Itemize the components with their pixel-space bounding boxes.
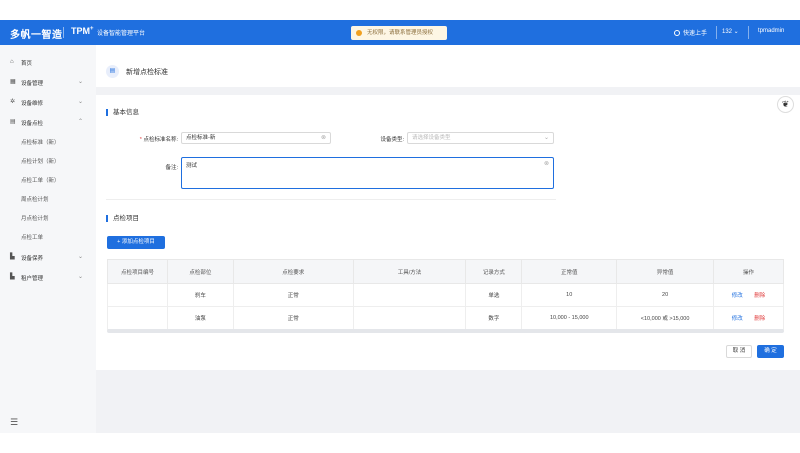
col-header: 异常值 — [616, 259, 715, 284]
delete-link[interactable]: 删除 — [754, 316, 765, 322]
sidebar-sub-plan[interactable]: 点检计划（新） — [21, 157, 60, 165]
permission-notice: 无权限，请联系管理员授权 — [351, 26, 447, 40]
clear-icon[interactable]: ⊗ — [321, 133, 326, 143]
topbar-divider — [748, 26, 749, 39]
sidebar-item-home[interactable]: ⌂ 首页 — [0, 55, 96, 71]
chevron-down-icon: ⌄ — [78, 79, 84, 85]
clock-icon — [674, 30, 680, 36]
name-label: * 点检标准名称: — [139, 137, 178, 143]
section-divider — [106, 199, 556, 200]
footer-area — [0, 433, 800, 453]
cell-normal: 10 — [521, 283, 618, 307]
table-row: 油泵 正常 数字 10,000 - 15,000 <10,000 或 >15,0… — [107, 306, 784, 330]
chevron-down-icon: ⌄ — [543, 135, 549, 141]
col-header: 工具/方法 — [352, 259, 467, 284]
table-row: 刹车 正常 单选 10 20 修改 删除 — [107, 283, 784, 307]
col-header: 正常值 — [521, 259, 618, 284]
page-header: ▤ 新增点检标准 — [96, 57, 800, 87]
col-header: 点检部位 — [166, 259, 234, 284]
collapse-sidebar-icon[interactable]: ☰ — [10, 417, 18, 428]
top-bar: 多帆一智造 TPM+ 设备智能管理平台 无权限，请联系管理员授权 快速上手 13… — [0, 20, 800, 45]
sidebar-item-maintain[interactable]: ▙ 设备保养 ⌄ — [0, 250, 96, 266]
sidebar-item-device[interactable]: ▦ 设备管理 ⌄ — [0, 75, 96, 91]
page-title: 新增点检标准 — [126, 69, 168, 76]
tenant-icon: ▙ — [10, 274, 15, 280]
cell-record-mode: 单选 — [465, 283, 523, 307]
cell-abnormal: <10,000 或 >15,000 — [616, 306, 715, 330]
user-menu[interactable]: tpmadmin — [758, 28, 784, 34]
confirm-button[interactable]: 确 定 — [757, 345, 784, 358]
table-header-row: 点检项目编号 点检部位 点检要求 工具/方法 记录方式 正常值 异常值 操作 — [107, 259, 784, 284]
maintain-icon: ▙ — [10, 254, 15, 260]
col-header: 点检项目编号 — [107, 259, 168, 284]
chevron-down-icon: ⌄ — [78, 99, 84, 105]
chevron-down-icon: ⌄ — [78, 274, 84, 280]
clear-icon[interactable]: ⊗ — [544, 160, 549, 167]
product-name: TPM+ — [71, 26, 94, 36]
device-type-label: 设备类型: — [380, 137, 404, 143]
quick-start-link[interactable]: 快速上手 — [674, 28, 707, 37]
page-icon: ▤ — [106, 65, 119, 78]
sidebar: ⌂ 首页 ▦ 设备管理 ⌄ ✲ 设备维修 ⌄ ▤ 设备点检 ⌃ 点检标准（新） … — [0, 45, 96, 433]
topbar-divider — [716, 26, 717, 39]
section-basic-title: 基本信息 — [106, 109, 139, 116]
cell-tool — [352, 283, 467, 307]
sidebar-sub-workorder[interactable]: 点检工单 — [21, 233, 43, 241]
content-bottom-area — [96, 370, 800, 433]
table-horizontal-scrollbar[interactable] — [107, 329, 784, 333]
col-header: 记录方式 — [465, 259, 523, 284]
cell-actions: 修改 删除 — [713, 283, 784, 307]
cell-actions: 修改 删除 — [713, 306, 784, 330]
edit-link[interactable]: 修改 — [732, 316, 743, 322]
assistant-icon[interactable]: ❦ — [777, 96, 794, 113]
add-item-button[interactable]: + 添加点检项目 — [107, 236, 165, 249]
repair-icon: ✲ — [10, 99, 16, 105]
chevron-down-icon: ⌄ — [78, 254, 84, 260]
cell-part: 油泵 — [166, 306, 234, 330]
cell-code — [107, 306, 168, 330]
platform-name: 设备智能管理平台 — [97, 31, 146, 37]
cell-normal: 10,000 - 15,000 — [521, 306, 618, 330]
edit-link[interactable]: 修改 — [732, 293, 743, 299]
brand-logo[interactable]: 多帆一智造 — [10, 26, 63, 41]
sidebar-item-tenant[interactable]: ▙ 租户管理 ⌄ — [0, 270, 96, 286]
col-header: 点检要求 — [232, 259, 354, 284]
sidebar-item-repair[interactable]: ✲ 设备维修 ⌄ — [0, 95, 96, 111]
chevron-up-icon: ⌃ — [78, 119, 84, 125]
inspect-icon: ▤ — [10, 119, 16, 125]
standard-name-input[interactable]: 点检标准-新 ⊗ — [181, 132, 331, 144]
sidebar-item-inspect[interactable]: ▤ 设备点检 ⌃ — [0, 115, 96, 131]
remark-textarea[interactable]: 测试 ⊗ — [181, 157, 554, 189]
content-gap — [96, 87, 800, 95]
cell-code — [107, 283, 168, 307]
brand-divider — [63, 27, 64, 38]
device-type-select[interactable]: 请选择设备类型 ⌄ — [407, 132, 554, 144]
cell-tool — [352, 306, 467, 330]
notice-text: 无权限，请联系管理员授权 — [367, 30, 434, 36]
col-header: 操作 — [713, 259, 784, 284]
cell-requirement: 正常 — [232, 283, 354, 307]
delete-link[interactable]: 删除 — [754, 293, 765, 299]
cell-abnormal: 20 — [616, 283, 715, 307]
sidebar-sub-weekly[interactable]: 周点检计划 — [21, 195, 49, 203]
cell-part: 刹车 — [166, 283, 234, 307]
warning-icon — [356, 30, 362, 36]
sidebar-sub-order[interactable]: 点检工单（新） — [21, 176, 60, 184]
device-icon: ▦ — [10, 79, 16, 85]
items-table: 点检项目编号 点检部位 点检要求 工具/方法 记录方式 正常值 异常值 操作 刹… — [107, 259, 784, 330]
home-icon: ⌂ — [10, 59, 14, 65]
cell-requirement: 正常 — [232, 306, 354, 330]
sidebar-sub-monthly[interactable]: 月点检计划 — [21, 214, 49, 222]
cancel-button[interactable]: 取 消 — [726, 345, 752, 358]
remark-label: 备注: — [165, 165, 178, 171]
cell-record-mode: 数字 — [465, 306, 523, 330]
sidebar-sub-standard[interactable]: 点检标准（新） — [21, 138, 60, 146]
section-items-title: 点检项目 — [106, 215, 139, 222]
version-dropdown[interactable]: 132 ⌄ — [722, 28, 739, 35]
